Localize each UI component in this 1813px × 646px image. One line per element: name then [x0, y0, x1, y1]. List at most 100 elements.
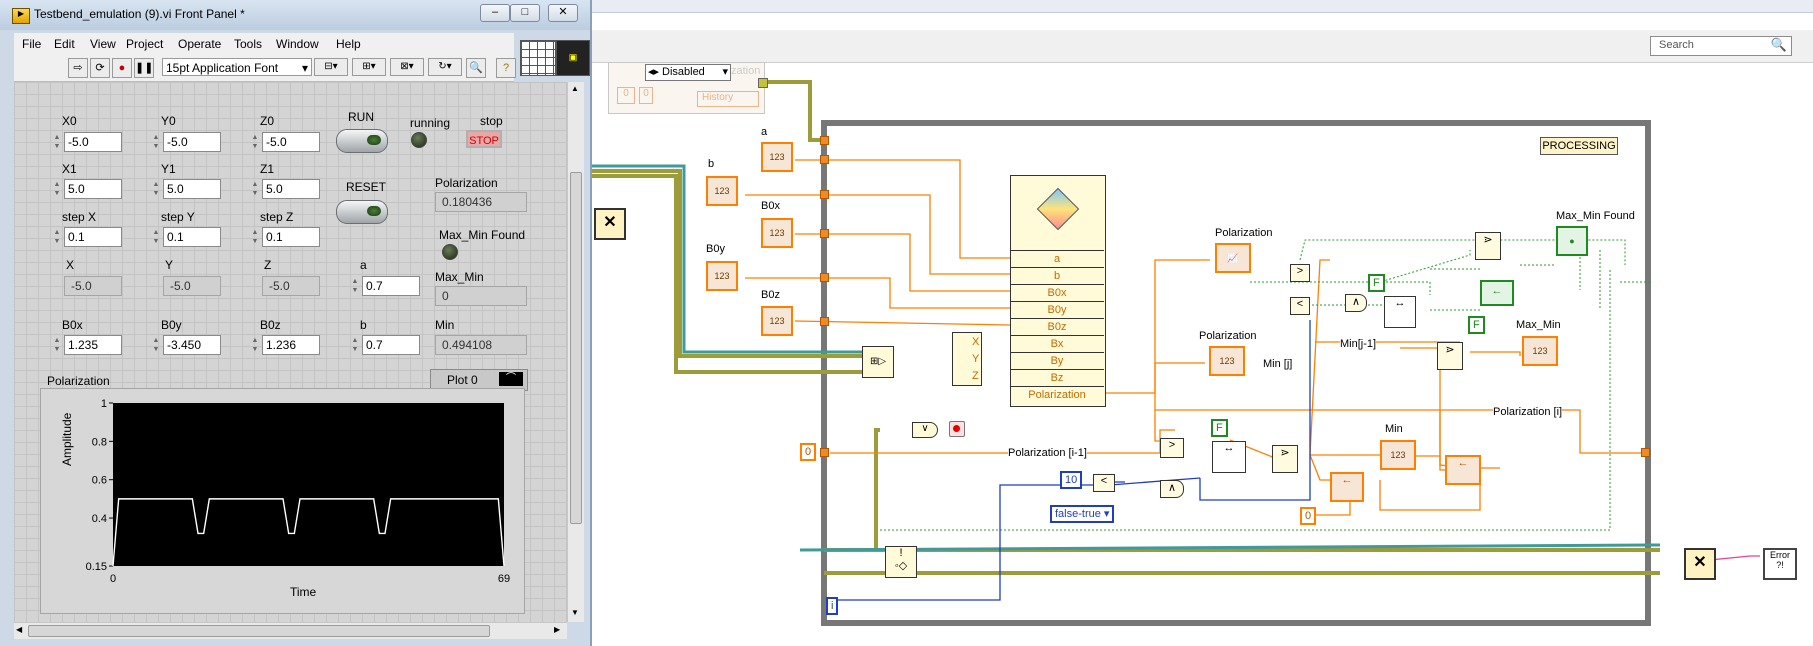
subvi-terminals: a b B0x B0y B0z Bx By Bz Polarization — [1010, 250, 1104, 405]
scroll-right-icon[interactable]: ▶ — [554, 625, 560, 634]
shift-register-right — [1641, 448, 1650, 457]
false-true-enum[interactable]: false-true ▾ — [1050, 505, 1115, 523]
subvi-terminal-by[interactable]: By — [1010, 352, 1104, 369]
history-zero-b[interactable]: 0 — [639, 87, 653, 104]
y-tick-label: 0.6 — [92, 475, 107, 487]
ring-left-arrow[interactable]: ◂▸ — [648, 65, 659, 80]
label-b0x: B0x — [761, 200, 780, 212]
select-node[interactable]: ⋗ — [1437, 342, 1463, 370]
shift-register-left — [820, 448, 829, 457]
y-tick-label: 1 — [101, 398, 107, 410]
false-constant[interactable]: F — [1468, 316, 1485, 334]
subvi-terminal-bz[interactable]: Bz — [1010, 369, 1104, 386]
y-tick-label: 0.15 — [86, 561, 107, 573]
simple-error-handler[interactable]: Error?! — [1763, 548, 1797, 580]
subvi-terminal-b0z[interactable]: B0z — [1010, 318, 1104, 335]
false-true-label: false-true — [1055, 508, 1101, 520]
disabled-label: Disabled — [662, 66, 705, 78]
stop-terminal[interactable] — [949, 421, 965, 437]
control-b0x-terminal[interactable]: 123 — [761, 218, 793, 248]
y-tick-label: 0.4 — [92, 513, 107, 525]
zero-constant[interactable]: 0 — [800, 443, 817, 461]
label-b0y: B0y — [706, 243, 725, 255]
shift-register-num: ← — [1330, 472, 1364, 502]
polarization-indicator-terminal: 123 — [1209, 346, 1245, 376]
subvi-icon — [1036, 187, 1080, 231]
polarization-graph-terminal: 📈 — [1215, 243, 1251, 273]
ten-constant[interactable]: 10 — [1060, 471, 1083, 489]
tunnel — [820, 317, 829, 326]
tunnel — [820, 190, 829, 199]
scroll-left-icon[interactable]: ◀ — [16, 625, 22, 634]
error-cluster-node[interactable]: ! ◦◇ — [885, 546, 917, 578]
label-polarization-indicator: Polarization — [1199, 330, 1257, 342]
bundle-node[interactable]: ⊞▷ — [862, 346, 894, 378]
select-node[interactable]: ⋗ — [1272, 445, 1298, 473]
unbundle-terminal-y[interactable]: Y — [972, 351, 986, 367]
tunnel — [820, 229, 829, 238]
greater-node[interactable]: > — [1160, 438, 1184, 458]
control-b-terminal[interactable]: 123 — [706, 176, 738, 206]
less-node[interactable]: < — [1093, 474, 1115, 492]
subvi-terminal-b0y[interactable]: B0y — [1010, 301, 1104, 318]
label-polarization-graph: Polarization — [1215, 227, 1273, 239]
series-line-plot-0 — [112, 498, 505, 567]
label-b0z: B0z — [761, 289, 780, 301]
feedback-node[interactable]: ↔ — [1384, 296, 1416, 328]
false-constant[interactable]: F — [1211, 419, 1228, 437]
false-constant[interactable]: F — [1368, 274, 1385, 292]
or-node[interactable]: ∨ — [912, 422, 938, 438]
subvi-terminal-bx[interactable]: Bx — [1010, 335, 1104, 352]
front-panel-window: ▶ Testbend_emulation (9).vi Front Panel … — [0, 0, 592, 646]
less-node[interactable]: < — [1290, 297, 1310, 315]
close-reference-icon[interactable]: ✕ — [1684, 548, 1716, 580]
greater-node[interactable]: > — [1290, 264, 1310, 282]
max-min-found-terminal: ● — [1556, 226, 1588, 256]
unbundle-terminal-z[interactable]: Z — [972, 368, 986, 384]
horizontal-scrollbar[interactable]: ◀ ▶ — [14, 622, 567, 639]
iteration-terminal: i — [826, 597, 839, 615]
case-selector-processing[interactable]: PROCESSING — [1540, 137, 1618, 155]
unbundle-terminals: XYZ — [972, 334, 986, 384]
chevron-down-icon[interactable]: ▾ — [722, 65, 728, 80]
control-a-terminal[interactable]: 123 — [761, 142, 793, 172]
tunnel — [820, 155, 829, 164]
label-polarization-i1: Polarization [i-1] — [1008, 447, 1087, 459]
scroll-up-icon[interactable]: ▲ — [571, 84, 579, 93]
feedback-node[interactable]: ↔ — [1212, 441, 1246, 473]
y-tick-label: 0.8 — [92, 436, 107, 448]
control-b0y-terminal[interactable]: 123 — [706, 261, 738, 291]
label-min-j: Min [j] — [1263, 358, 1293, 370]
label-b: b — [708, 158, 715, 170]
label-max-min: Max_Min — [1516, 319, 1561, 331]
control-b0z-terminal[interactable]: 123 — [761, 306, 793, 336]
and-node[interactable]: ∧ — [1160, 480, 1184, 498]
zero-constant[interactable]: 0 — [1300, 507, 1317, 525]
and-node[interactable]: ∧ — [1345, 294, 1367, 312]
tunnel — [820, 136, 829, 145]
shift-register-bool: ← — [1480, 280, 1514, 306]
history-zero-a[interactable]: 0 — [617, 87, 635, 104]
label-polarization-i: Polarization [i] — [1493, 406, 1563, 418]
vertical-scrollbar[interactable]: ▲ ▼ — [567, 82, 584, 622]
label-min-j1: Min[j-1] — [1340, 338, 1377, 350]
disabled-ring[interactable]: ◂▸ Disabled ▾ — [645, 64, 731, 81]
label-a: a — [761, 126, 768, 138]
label-max-min-found: Max_Min Found — [1556, 210, 1635, 222]
min-terminal: 123 — [1380, 440, 1416, 470]
label-min: Min — [1385, 423, 1403, 435]
x-tick-label: 0 — [110, 573, 116, 585]
horizontal-scroll-thumb[interactable] — [28, 625, 490, 637]
unbundle-cluster-icon[interactable]: ✕ — [594, 208, 626, 240]
subvi-terminal-polarization[interactable]: Polarization — [1010, 386, 1104, 403]
subvi-terminal-b[interactable]: b — [1010, 267, 1104, 284]
chevron-down-icon[interactable]: ▾ — [1104, 508, 1110, 520]
history-control[interactable]: ◂▸ Disabled ▾ zation 0 0 History — [608, 62, 765, 114]
scroll-down-icon[interactable]: ▼ — [571, 608, 579, 617]
subvi-terminal-a[interactable]: a — [1010, 250, 1104, 267]
unbundle-terminal-x[interactable]: X — [972, 334, 986, 350]
subvi-terminal-b0x[interactable]: B0x — [1010, 284, 1104, 301]
vertical-scroll-thumb[interactable] — [570, 172, 582, 524]
x-tick-label: 69 — [498, 573, 510, 585]
select-node[interactable]: ⋗ — [1475, 232, 1501, 260]
